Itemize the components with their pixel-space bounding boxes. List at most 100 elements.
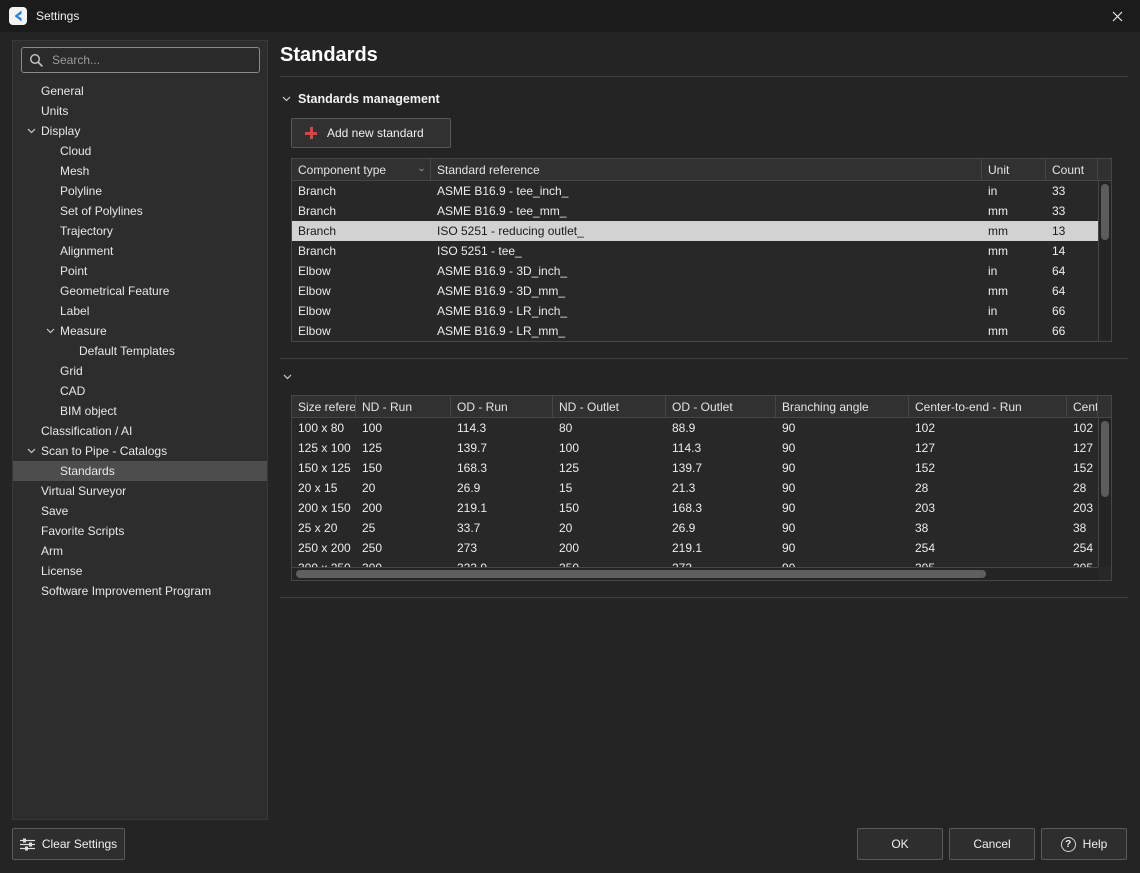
sidebar-item-label: Set of Polylines (60, 204, 143, 218)
table-cell: ASME B16.9 - 3D_mm_ (431, 281, 982, 301)
sidebar-item-save[interactable]: Save (13, 501, 267, 521)
column-label: Unit (988, 163, 1009, 177)
table-cell: in (982, 301, 1046, 321)
sidebar-item-polyline[interactable]: Polyline (13, 181, 267, 201)
sidebar-item-mesh[interactable]: Mesh (13, 161, 267, 181)
help-button[interactable]: ? Help (1041, 828, 1127, 860)
table-cell: 219.1 (666, 538, 776, 558)
sidebar-item-set-of-polylines[interactable]: Set of Polylines (13, 201, 267, 221)
sidebar-item-bim-object[interactable]: BIM object (13, 401, 267, 421)
standards-row[interactable]: ElbowASME B16.9 - LR_inch_in66 (292, 301, 1111, 321)
sizes-column-od-outlet[interactable]: OD - Outlet (666, 396, 776, 417)
add-plus-icon (304, 126, 318, 140)
sizes-column-size-reference[interactable]: Size reference (292, 396, 356, 417)
standards-column-unit[interactable]: Unit (982, 159, 1046, 180)
sizes-column-nd-run[interactable]: ND - Run (356, 396, 451, 417)
table-cell: 203 (1067, 498, 1098, 518)
section-sizes-toggle[interactable] (283, 369, 292, 383)
table-cell: 66 (1046, 321, 1098, 341)
chevron-down-icon[interactable] (46, 328, 60, 334)
chevron-down-icon (283, 374, 292, 380)
table-cell: 14 (1046, 241, 1098, 261)
sidebar-item-label[interactable]: Label (13, 301, 267, 321)
standards-row[interactable]: ElbowASME B16.9 - 3D_inch_in64 (292, 261, 1111, 281)
column-label: Count (1052, 163, 1084, 177)
sizes-row[interactable]: 300 x 250300323.925027390305305 (292, 558, 1111, 567)
cancel-button[interactable]: Cancel (949, 828, 1035, 860)
standards-row[interactable]: BranchASME B16.9 - tee_mm_mm33 (292, 201, 1111, 221)
sidebar-item-display[interactable]: Display (13, 121, 267, 141)
sizes-row[interactable]: 25 x 202533.72026.9903838 (292, 518, 1111, 538)
sizes-column-center-to-end-run[interactable]: Center-to-end - Run (909, 396, 1067, 417)
sidebar-item-grid[interactable]: Grid (13, 361, 267, 381)
standards-row[interactable]: ElbowASME B16.9 - 3D_mm_mm64 (292, 281, 1111, 301)
sidebar-item-label: Polyline (60, 184, 102, 198)
sidebar-item-label: Measure (60, 324, 107, 338)
table-cell: Branch (292, 221, 431, 241)
sidebar-item-cloud[interactable]: Cloud (13, 141, 267, 161)
sidebar-item-cad[interactable]: CAD (13, 381, 267, 401)
sizes-column-nd-outlet[interactable]: ND - Outlet (553, 396, 666, 417)
sizes-row[interactable]: 100 x 80100114.38088.990102102 (292, 418, 1111, 438)
standards-column-standard-reference[interactable]: Standard reference (431, 159, 982, 180)
clear-settings-button[interactable]: Clear Settings (12, 828, 125, 860)
search-box[interactable] (21, 47, 260, 73)
standards-row[interactable]: ElbowASME B16.9 - LR_mm_mm66 (292, 321, 1111, 341)
table-cell: 90 (776, 498, 909, 518)
section-standards-management[interactable]: Standards management (282, 92, 440, 106)
sizes-column-cente[interactable]: Cente (1067, 396, 1098, 417)
sidebar-item-scan-to-pipe-catalogs[interactable]: Scan to Pipe - Catalogs (13, 441, 267, 461)
sizes-row[interactable]: 20 x 152026.91521.3902828 (292, 478, 1111, 498)
page-title: Standards (280, 44, 378, 67)
sidebar-item-virtual-surveyor[interactable]: Virtual Surveyor (13, 481, 267, 501)
sidebar-item-general[interactable]: General (13, 81, 267, 101)
chevron-down-icon[interactable] (27, 448, 41, 454)
scrollbar-thumb[interactable] (1101, 421, 1109, 497)
vertical-scrollbar[interactable] (1098, 181, 1111, 341)
standards-row[interactable]: BranchISO 5251 - reducing outlet_mm13 (292, 221, 1111, 241)
table-cell: 88.9 (666, 418, 776, 438)
sidebar-item-label: Favorite Scripts (41, 524, 124, 538)
table-cell: 33.7 (451, 518, 553, 538)
chevron-down-icon[interactable] (27, 128, 41, 134)
column-label: ND - Outlet (559, 400, 619, 414)
sidebar-item-standards[interactable]: Standards (13, 461, 267, 481)
sidebar-item-geometrical-feature[interactable]: Geometrical Feature (13, 281, 267, 301)
sidebar-item-software-improvement-program[interactable]: Software Improvement Program (13, 581, 267, 601)
close-button[interactable] (1094, 0, 1140, 32)
sizes-column-branching-angle[interactable]: Branching angle (776, 396, 909, 417)
sizes-row[interactable]: 250 x 200250273200219.190254254 (292, 538, 1111, 558)
sidebar-item-trajectory[interactable]: Trajectory (13, 221, 267, 241)
sidebar-item-alignment[interactable]: Alignment (13, 241, 267, 261)
sizes-row[interactable]: 125 x 100125139.7100114.390127127 (292, 438, 1111, 458)
standards-row[interactable]: BranchISO 5251 - tee_mm14 (292, 241, 1111, 261)
table-cell: mm (982, 281, 1046, 301)
ok-button[interactable]: OK (857, 828, 943, 860)
sidebar-item-point[interactable]: Point (13, 261, 267, 281)
standards-table: Component typeStandard reference Unit Coun… (291, 158, 1112, 342)
standards-row[interactable]: BranchASME B16.9 - tee_inch_in33 (292, 181, 1111, 201)
divider (280, 76, 1128, 77)
sidebar-item-license[interactable]: License (13, 561, 267, 581)
sidebar-item-classification-ai[interactable]: Classification / AI (13, 421, 267, 441)
table-cell: Branch (292, 241, 431, 261)
standards-column-component-type[interactable]: Component type (292, 159, 431, 180)
add-standard-button[interactable]: Add new standard (291, 118, 451, 148)
scrollbar-thumb[interactable] (1101, 184, 1109, 240)
standards-column-count[interactable]: Count (1046, 159, 1098, 180)
scrollbar-thumb[interactable] (296, 570, 986, 578)
sizes-row[interactable]: 200 x 150200219.1150168.390203203 (292, 498, 1111, 518)
sidebar-item-units[interactable]: Units (13, 101, 267, 121)
sidebar-item-default-templates[interactable]: Default Templates (13, 341, 267, 361)
sizes-row[interactable]: 150 x 125150168.3125139.790152152 (292, 458, 1111, 478)
table-cell: 152 (909, 458, 1067, 478)
search-icon (29, 53, 44, 68)
sidebar-item-arm[interactable]: Arm (13, 541, 267, 561)
sidebar-item-favorite-scripts[interactable]: Favorite Scripts (13, 521, 267, 541)
search-input[interactable] (52, 53, 247, 67)
sizes-column-od-run[interactable]: OD - Run (451, 396, 553, 417)
sidebar-item-label: Alignment (60, 244, 113, 258)
horizontal-scrollbar[interactable] (292, 567, 1098, 580)
sidebar-item-measure[interactable]: Measure (13, 321, 267, 341)
vertical-scrollbar[interactable] (1098, 418, 1111, 567)
